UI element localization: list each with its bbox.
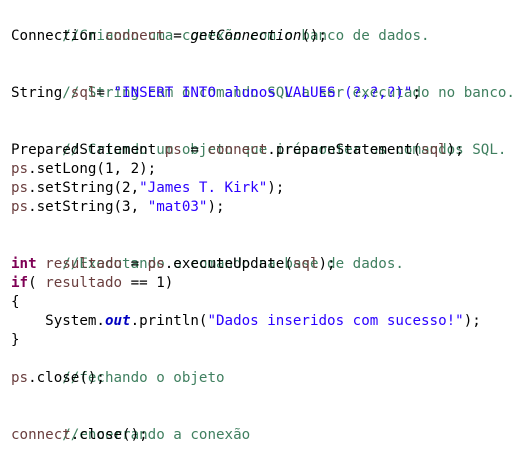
paren-semicolon: (); [301,28,328,44]
code-line-7: // Criando um objeto que irá conter os c… [11,122,514,158]
sql-arg-execute: sql [292,256,319,272]
var-connect: connect [104,28,165,44]
code-line-8: PreparedStatement ps = connect.prepareSt… [11,141,514,160]
open-brace: { [11,294,20,310]
code-line-22: //encerrando a conexão [11,407,514,443]
assign-operator-ps: = [181,142,208,158]
code-line-1: //Criando uma conexão com o banco de dad… [11,8,514,44]
code-line-16: { [11,293,514,312]
code-line-23: connect.close(); [11,426,514,445]
assign-operator: = [164,28,191,44]
code-lines: //Criando uma conexão com o banco de dad… [11,8,514,445]
string-mat-literal: "mat03" [147,199,208,215]
semicolon-sql: ; [412,85,422,101]
sql-arg: sql [421,142,447,158]
var-sql: sql [70,85,97,101]
execute-update-call: .executeUpdate( [164,256,293,272]
success-string-literal: "Dados inseridos com sucesso!" [207,313,464,329]
code-line-10: ps.setString(2,"James T. Kirk"); [11,179,514,198]
var-ps: ps [164,142,182,158]
code-line-blank-3 [11,217,514,236]
type-string: String [11,85,63,101]
close-paren-semicolon-4: ); [318,256,336,272]
close-paren-semicolon-5: ); [463,313,481,329]
connect-ref: connect [207,142,268,158]
close-paren-semicolon-2: ); [267,180,285,196]
code-line-18: } [11,331,514,350]
connect-ref-close: connect [11,427,71,443]
code-line-13: //Executando o comando na base de dados. [11,236,514,272]
keyword-int: int [11,256,37,272]
setstring-call-1: .setString(2, [28,180,140,196]
ps-ref-execute: ps [147,256,165,272]
sql-string-literal: "INSERT INTO alunos VALUES (?,?,?)" [113,85,413,101]
if-open-paren: ( [28,275,46,291]
assign-operator-sql: = [96,85,114,101]
code-editor[interactable]: //Criando uma conexão com o banco de dad… [0,0,514,453]
code-line-20: ps.close(); [11,369,514,388]
ps-ref-close: ps [11,370,29,386]
string-name-literal: "James T. Kirk" [139,180,268,196]
var-resultado-condition: resultado [45,275,123,291]
code-line-blank-4 [11,388,514,407]
connect-close-call: .close(); [70,427,148,443]
code-line-19: //fechando o objeto [11,350,514,386]
code-line-9: ps.setLong(1, 2); [11,160,514,179]
code-line-14: int resultado = ps.executeUpdate(sql); [11,255,514,274]
close-paren-semicolon: ); [446,142,464,158]
type-connection: Connection [11,28,97,44]
ps-ref-setstring-2: ps [11,199,29,215]
code-line-17: System.out.println("Dados inseridos com … [11,312,514,331]
close-brace: } [11,332,20,348]
if-condition: == 1) [122,275,174,291]
assign-operator-resultado: = [122,256,148,272]
system-ref: System. [45,313,105,329]
method-getconnection: getConnection [190,28,302,44]
type-preparedstatement: PreparedStatement [11,142,157,158]
ps-ref-setlong: ps [11,161,29,177]
code-line-15: if( resultado == 1) [11,274,514,293]
close-paren-semicolon-3: ); [207,199,225,215]
prepare-statement-call: .prepareStatement( [267,142,422,158]
var-resultado: resultado [45,256,123,272]
static-out: out [104,313,131,329]
code-line-blank-2 [11,103,514,122]
code-line-4: // String com o comando SQL a ser execut… [11,65,514,101]
setstring-call-2: .setString(3, [28,199,148,215]
ps-close-call: .close(); [28,370,105,386]
println-call: .println( [130,313,208,329]
code-line-11: ps.setString(3, "mat03"); [11,198,514,217]
code-line-blank-1 [11,46,514,65]
ps-ref-setstring-1: ps [11,180,29,196]
setlong-call: .setLong(1, 2); [28,161,157,177]
code-line-2: Connection connect = getConnection(); [11,27,514,46]
keyword-if: if [11,275,29,291]
